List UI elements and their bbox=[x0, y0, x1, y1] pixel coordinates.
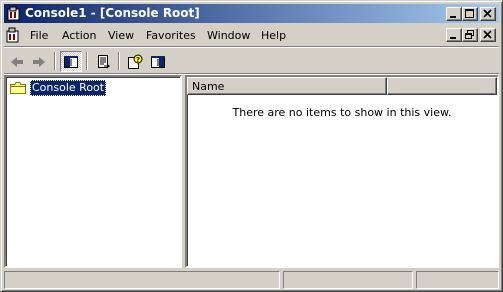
toolbar: ? bbox=[4, 48, 499, 74]
menu-favorites[interactable]: Favorites bbox=[146, 28, 196, 43]
export-list-button[interactable] bbox=[92, 51, 114, 72]
menu-file[interactable]: File bbox=[30, 28, 48, 43]
show-hide-action-pane-icon bbox=[151, 56, 165, 68]
minimize-icon bbox=[450, 16, 456, 18]
menu-view[interactable]: View bbox=[108, 28, 134, 43]
close-icon bbox=[483, 9, 492, 18]
status-panel bbox=[416, 271, 499, 289]
mmc-window: Console1 - [Console Root] File Action Vi… bbox=[0, 0, 503, 292]
empty-view-message: There are no items to show in this view. bbox=[232, 106, 452, 119]
child-minimize-button[interactable] bbox=[446, 28, 462, 42]
console-tree-pane[interactable]: Console Root bbox=[4, 75, 182, 268]
toolbar-separator bbox=[54, 52, 56, 70]
menu-bar: File Action View Favorites Window Help bbox=[4, 25, 499, 45]
back-button[interactable] bbox=[6, 51, 28, 72]
child-close-button[interactable] bbox=[480, 28, 496, 42]
column-header-name[interactable]: Name bbox=[187, 77, 387, 95]
forward-button[interactable] bbox=[28, 51, 50, 72]
column-header-label: Name bbox=[192, 80, 225, 93]
help-icon: ? bbox=[128, 54, 143, 69]
close-icon bbox=[483, 30, 492, 39]
forward-icon bbox=[33, 57, 45, 67]
restore-icon bbox=[465, 30, 474, 39]
menu-action[interactable]: Action bbox=[62, 28, 96, 43]
folder-icon bbox=[10, 82, 26, 94]
show-hide-action-pane-button[interactable] bbox=[147, 51, 169, 72]
column-header-empty[interactable] bbox=[387, 77, 497, 95]
maximize-button[interactable] bbox=[462, 7, 478, 21]
status-bar bbox=[4, 271, 499, 289]
svg-text:?: ? bbox=[136, 56, 140, 64]
toolbar-separator bbox=[86, 52, 88, 70]
toolbar-separator bbox=[118, 52, 120, 70]
window-title: Console1 - [Console Root] bbox=[25, 6, 200, 20]
minimize-button[interactable] bbox=[446, 7, 462, 21]
child-restore-button[interactable] bbox=[462, 28, 478, 42]
back-icon bbox=[11, 57, 23, 67]
export-list-icon bbox=[98, 55, 111, 69]
minimize-icon bbox=[450, 37, 456, 39]
mmc-app-icon bbox=[7, 6, 20, 21]
tree-node-label: Console Root bbox=[30, 80, 107, 96]
help-button[interactable]: ? bbox=[124, 51, 146, 72]
show-hide-tree-icon bbox=[64, 56, 78, 68]
status-panel bbox=[283, 271, 413, 289]
show-hide-tree-button[interactable] bbox=[60, 51, 82, 72]
title-bar[interactable]: Console1 - [Console Root] bbox=[4, 4, 499, 23]
maximize-icon bbox=[465, 9, 474, 18]
menu-help[interactable]: Help bbox=[261, 28, 286, 43]
results-pane[interactable]: Name There are no items to show in this … bbox=[185, 75, 499, 268]
close-button[interactable] bbox=[480, 7, 496, 21]
console-doc-icon[interactable] bbox=[6, 27, 22, 43]
status-panel bbox=[4, 271, 280, 289]
menu-window[interactable]: Window bbox=[207, 28, 250, 43]
